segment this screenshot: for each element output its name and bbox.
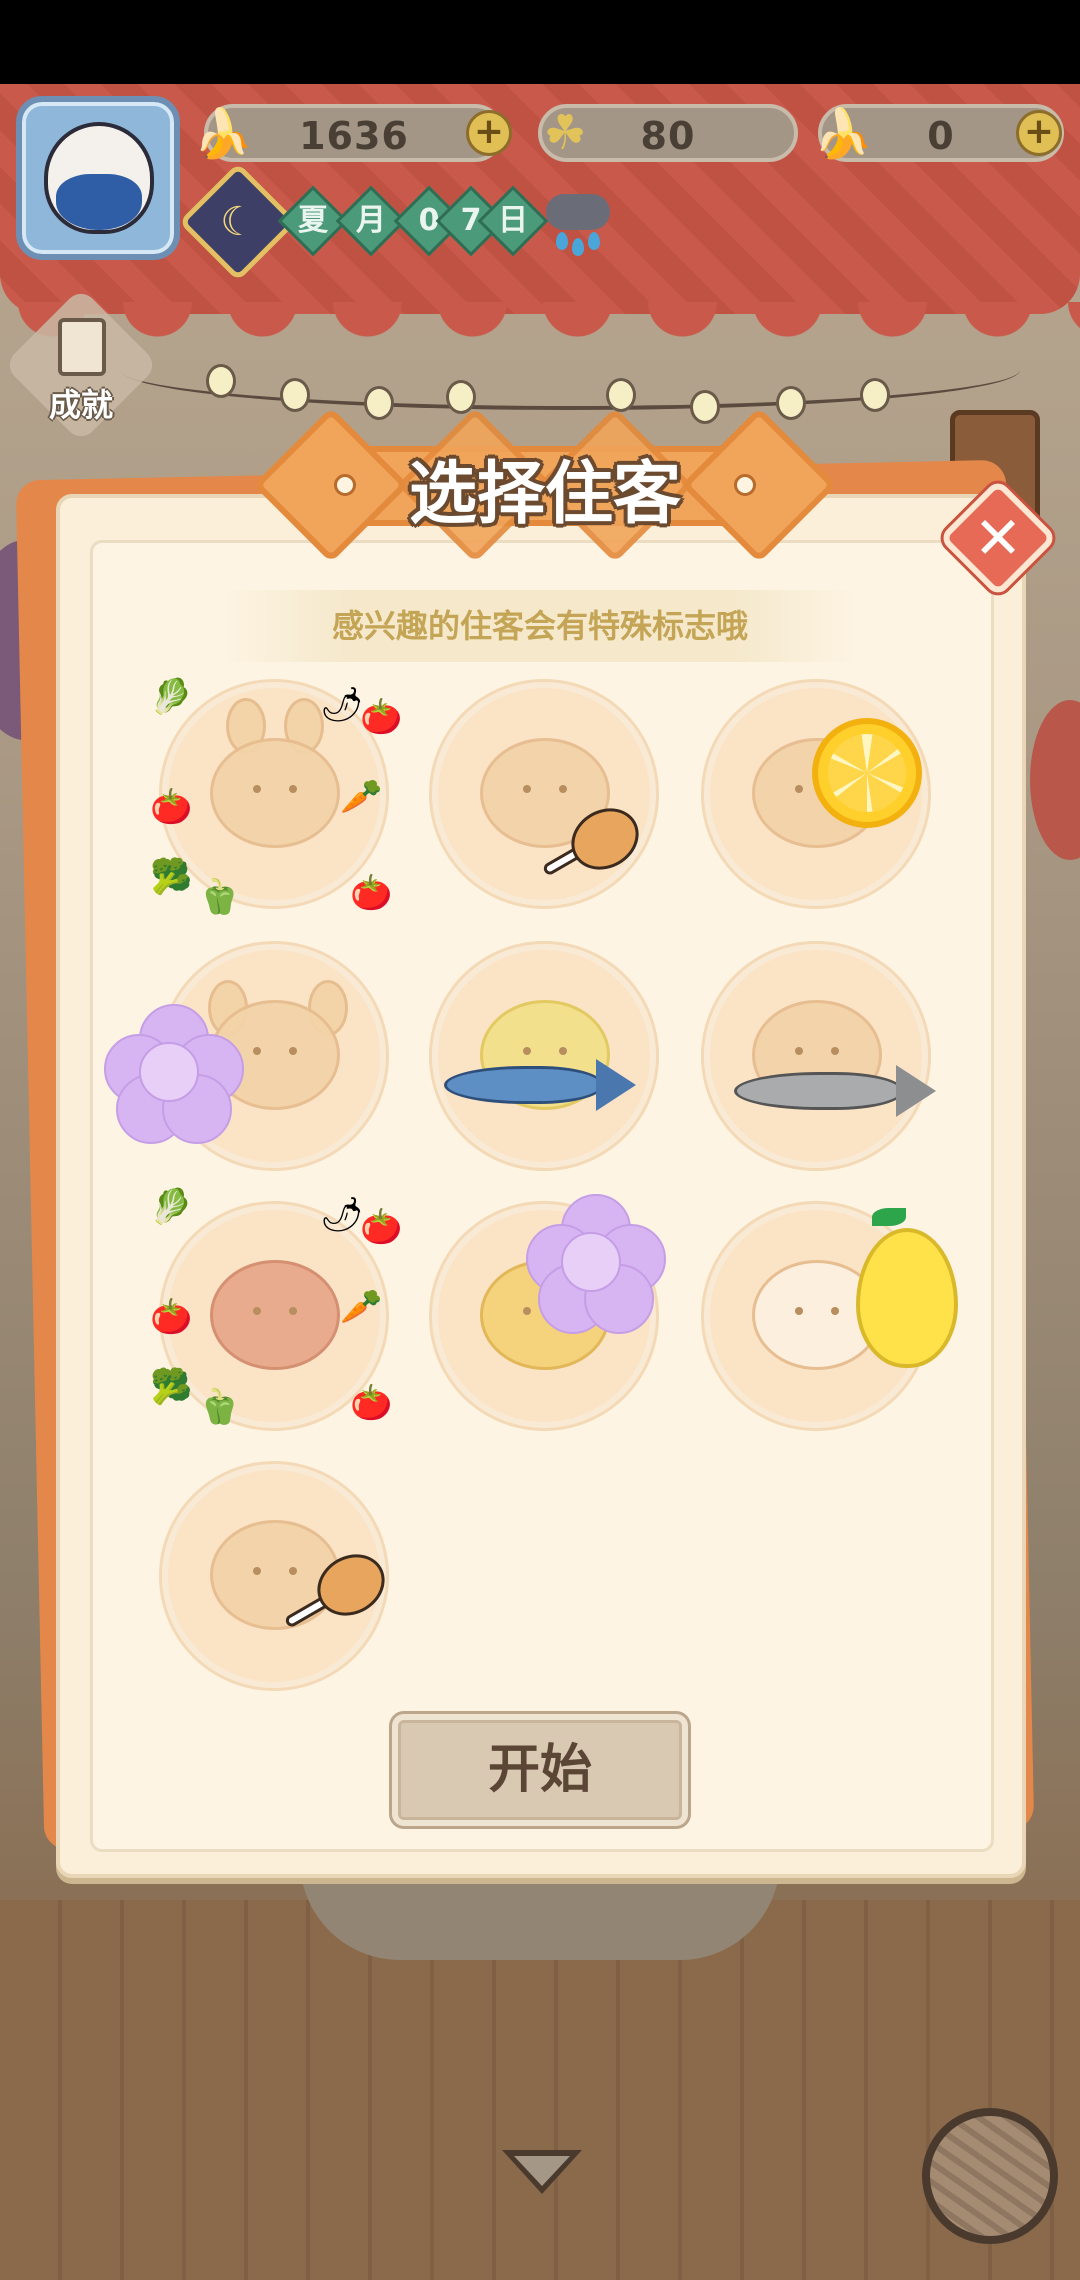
light-bulb [606,378,636,412]
lemon-character-icon [856,1208,958,1368]
start-button-label: 开始 [487,1740,592,1800]
sardine-icon [734,1062,944,1122]
flower-icon [104,1004,244,1144]
light-bulb [280,378,310,412]
flower-icon [526,1194,666,1334]
light-bulb [860,378,890,412]
clipboard-icon [58,318,106,376]
vegetable-frame-icon: 🥬 🌶 🍅 🍅 🥕 🥦 🫑 🍅 [150,1187,403,1427]
achievement-label: 成就 [48,386,113,424]
blue-banana-icon: 🍌 [813,105,873,162]
player-avatar[interactable] [16,96,180,260]
clover-icon: ☘ [543,105,587,161]
start-button[interactable]: 开始 [392,1714,688,1826]
close-icon: ✕ [973,504,1023,572]
guest-slot[interactable] [704,944,928,1168]
cat-avatar [44,122,154,234]
meat-icon [540,790,660,890]
lemon-slice-icon [812,718,922,828]
meat-icon [282,1530,412,1640]
hint-text: 感兴趣的住客会有特殊标志哦 [222,590,858,662]
status-bar [0,0,1080,84]
add-banana-button[interactable]: + [466,110,512,156]
light-bulb [206,364,236,398]
add-blue-banana-button[interactable]: + [1016,110,1062,156]
rain-cloud-icon [540,188,616,258]
achievement-button[interactable]: 成就 [3,287,159,443]
banana-icon: 🍌 [193,105,253,162]
yarn-ball-icon[interactable] [922,2108,1058,2244]
chevron-down-icon[interactable] [502,2150,582,2194]
moon-icon: ☾ [220,199,256,245]
dialog-title: 选择住客 [408,455,681,534]
light-bulb [446,380,476,414]
vegetable-frame-icon: 🥬 🌶 🍅 🍅 🥕 🥦 🫑 🍅 [150,677,403,917]
title-banner: 选择住客 [253,407,837,563]
mackerel-icon [444,1056,644,1116]
